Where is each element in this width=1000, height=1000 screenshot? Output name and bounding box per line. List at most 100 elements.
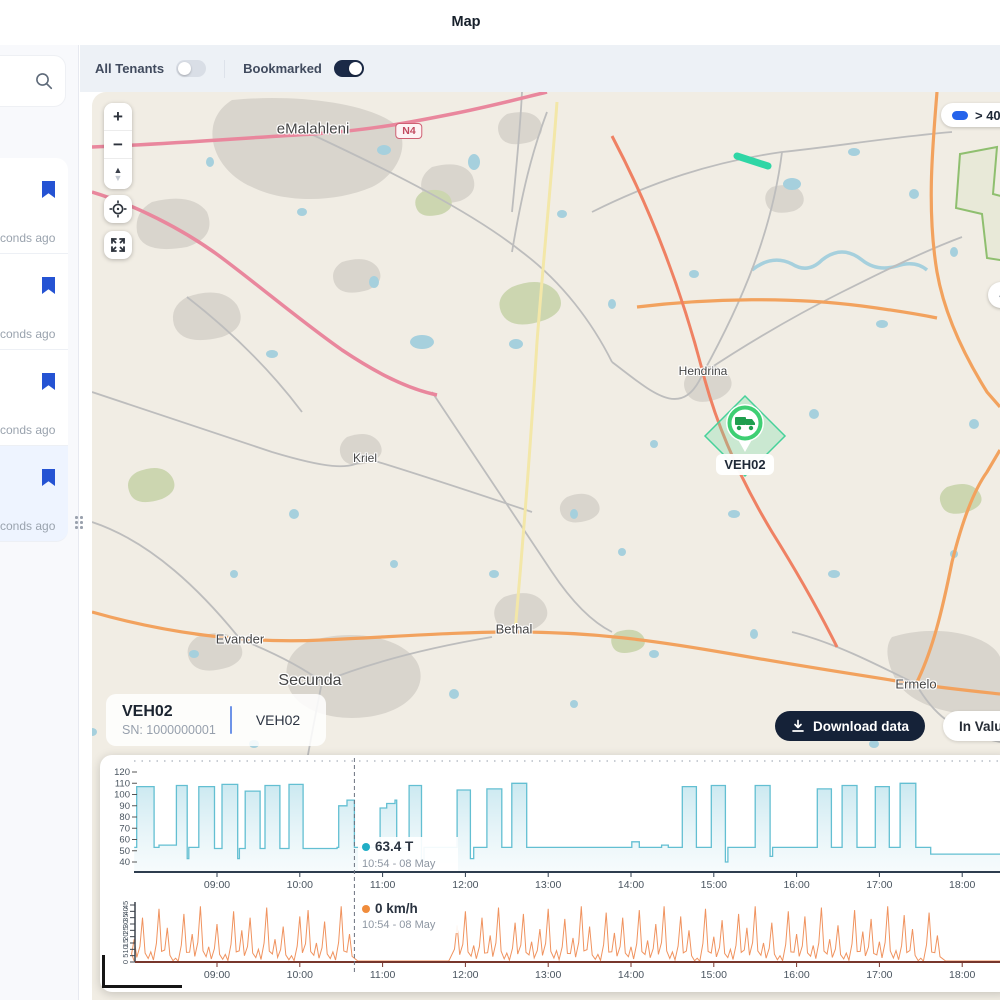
tab-indicator <box>230 706 232 734</box>
svg-text:70: 70 <box>119 823 130 834</box>
search-icon <box>35 72 53 90</box>
speed-x-ticks: 09:00 10:00 11:00 12:00 13:00 14:00 15:00 16:00… <box>204 962 976 981</box>
fullscreen-button[interactable] <box>104 231 132 259</box>
svg-text:09:00: 09:00 <box>204 879 230 891</box>
vehicle-list-item[interactable]: conds ago <box>0 254 68 350</box>
sidebar-resize-handle[interactable] <box>75 516 86 534</box>
fullscreen-icon <box>110 237 126 253</box>
bookmark-icon[interactable] <box>41 180 56 199</box>
bookmark-icon[interactable] <box>41 276 56 295</box>
map-label-kriel: Kriel <box>353 451 377 465</box>
svg-text:18:00: 18:00 <box>949 969 975 981</box>
in-values-button[interactable]: In Values <box>943 711 1000 741</box>
last-seen-text: conds ago <box>0 231 55 245</box>
tilt-control-button[interactable]: ▲ ▼ <box>104 159 132 189</box>
speed-tooltip-value: 0 km/h <box>375 901 418 916</box>
selection-corner-bracket <box>102 955 182 988</box>
svg-text:14:00: 14:00 <box>618 969 644 981</box>
vehicle-info-card: VEH02 SN: 1000000001 VEH02 <box>106 694 326 746</box>
map-label-evander: Evander <box>216 632 264 647</box>
legend-text: > 40 <box>975 108 1000 123</box>
page-title: Map <box>0 14 932 30</box>
payload-tooltip: 63.4 T 10:54 - 08 May <box>358 837 458 871</box>
map-label-hendrina: Hendrina <box>679 364 728 378</box>
in-values-label: In Values <box>959 719 1000 734</box>
svg-text:50: 50 <box>119 846 130 857</box>
svg-text:13:00: 13:00 <box>535 969 561 981</box>
svg-text:13:00: 13:00 <box>535 879 561 891</box>
download-icon <box>791 719 805 733</box>
legend-color-pill <box>952 111 968 120</box>
svg-text:15:00: 15:00 <box>701 879 727 891</box>
zoom-in-button[interactable]: + <box>104 103 132 131</box>
svg-text:10:00: 10:00 <box>287 879 313 891</box>
svg-text:90: 90 <box>119 801 130 812</box>
payload-x-ticks: 09:00 10:00 11:00 12:00 13:00 14:00 15:00 16:00… <box>204 872 976 891</box>
map-label-secunda: Secunda <box>278 672 341 690</box>
vehicle-list-item[interactable]: conds ago <box>0 158 68 254</box>
svg-text:18:00: 18:00 <box>949 879 975 891</box>
vehicle-name: VEH02 <box>122 703 216 721</box>
svg-text:100: 100 <box>114 790 130 801</box>
all-tenants-label: All Tenants <box>95 61 164 76</box>
sidebar: conds ago conds ago conds ago conds ago <box>0 45 79 1000</box>
vehicle-tab[interactable]: VEH02 <box>246 712 310 728</box>
last-seen-text: conds ago <box>0 519 55 533</box>
svg-text:15:00: 15:00 <box>701 969 727 981</box>
svg-text:16:00: 16:00 <box>783 879 809 891</box>
download-data-button[interactable]: Download data <box>775 711 925 741</box>
download-label: Download data <box>813 719 909 734</box>
locate-button[interactable] <box>104 195 132 223</box>
vehicle-serial: SN: 1000000001 <box>122 723 216 737</box>
route-highlight-segment <box>737 156 768 166</box>
divider <box>224 60 225 78</box>
road-shield-n4: N4 <box>395 123 422 139</box>
vehicle-card-list: conds ago conds ago conds ago conds ago <box>0 158 68 542</box>
payload-y-ticks: 405060708090100110120 <box>114 767 137 868</box>
telemetry-chart-panel: 09:00 10:00 11:00 12:00 13:00 14:00 15:00 16:00… <box>100 755 1000 992</box>
all-tenants-toggle[interactable] <box>176 60 206 77</box>
vehicle-marker-label: VEH02 <box>724 457 765 472</box>
map-label-emalahleni: eMalahleni <box>277 121 350 138</box>
svg-text:45: 45 <box>121 901 130 909</box>
vehicle-list-item[interactable]: conds ago <box>0 350 68 446</box>
top-bar: Map <box>0 0 1000 45</box>
vehicle-marker[interactable]: VEH02 <box>705 396 785 476</box>
speed-legend: > 40 <box>941 103 1000 127</box>
payload-area <box>134 783 1000 872</box>
bookmark-icon[interactable] <box>41 372 56 391</box>
speed-tooltip: 0 km/h 10:54 - 08 May <box>358 899 458 933</box>
last-seen-text: conds ago <box>0 327 55 341</box>
filter-bar: All Tenants Bookmarked <box>80 45 1000 92</box>
svg-text:12:00: 12:00 <box>452 879 478 891</box>
bookmark-icon[interactable] <box>41 468 56 487</box>
vehicle-list-item-selected[interactable]: conds ago <box>0 446 68 542</box>
last-seen-text: conds ago <box>0 423 55 437</box>
map-label-ermelo: Ermelo <box>895 677 936 692</box>
svg-text:17:00: 17:00 <box>866 969 892 981</box>
svg-text:12:00: 12:00 <box>452 969 478 981</box>
zoom-out-button[interactable]: − <box>104 131 132 159</box>
speed-tooltip-time: 10:54 - 08 May <box>362 919 436 931</box>
speed-line <box>132 906 1000 961</box>
svg-text:09:00: 09:00 <box>204 969 230 981</box>
svg-text:10:00: 10:00 <box>287 969 313 981</box>
locate-icon <box>109 200 127 218</box>
zoom-control-group: + − ▲ ▼ <box>104 103 132 189</box>
svg-text:11:00: 11:00 <box>370 879 396 891</box>
charts-svg[interactable]: 09:00 10:00 11:00 12:00 13:00 14:00 15:00 16:00… <box>100 755 1000 992</box>
payload-tooltip-time: 10:54 - 08 May <box>362 858 436 870</box>
svg-text:14:00: 14:00 <box>618 879 644 891</box>
search-input[interactable] <box>0 55 66 107</box>
svg-text:16:00: 16:00 <box>783 969 809 981</box>
svg-text:80: 80 <box>119 812 130 823</box>
svg-text:120: 120 <box>114 767 130 778</box>
bookmarked-toggle[interactable] <box>334 60 364 77</box>
payload-tooltip-value: 63.4 T <box>375 839 414 854</box>
svg-text:40: 40 <box>119 857 130 868</box>
map-label-bethal: Bethal <box>496 622 533 637</box>
svg-text:11:00: 11:00 <box>370 969 396 981</box>
tilt-down-icon: ▼ <box>114 174 123 182</box>
bookmarked-label: Bookmarked <box>243 61 322 76</box>
svg-text:110: 110 <box>115 778 130 789</box>
